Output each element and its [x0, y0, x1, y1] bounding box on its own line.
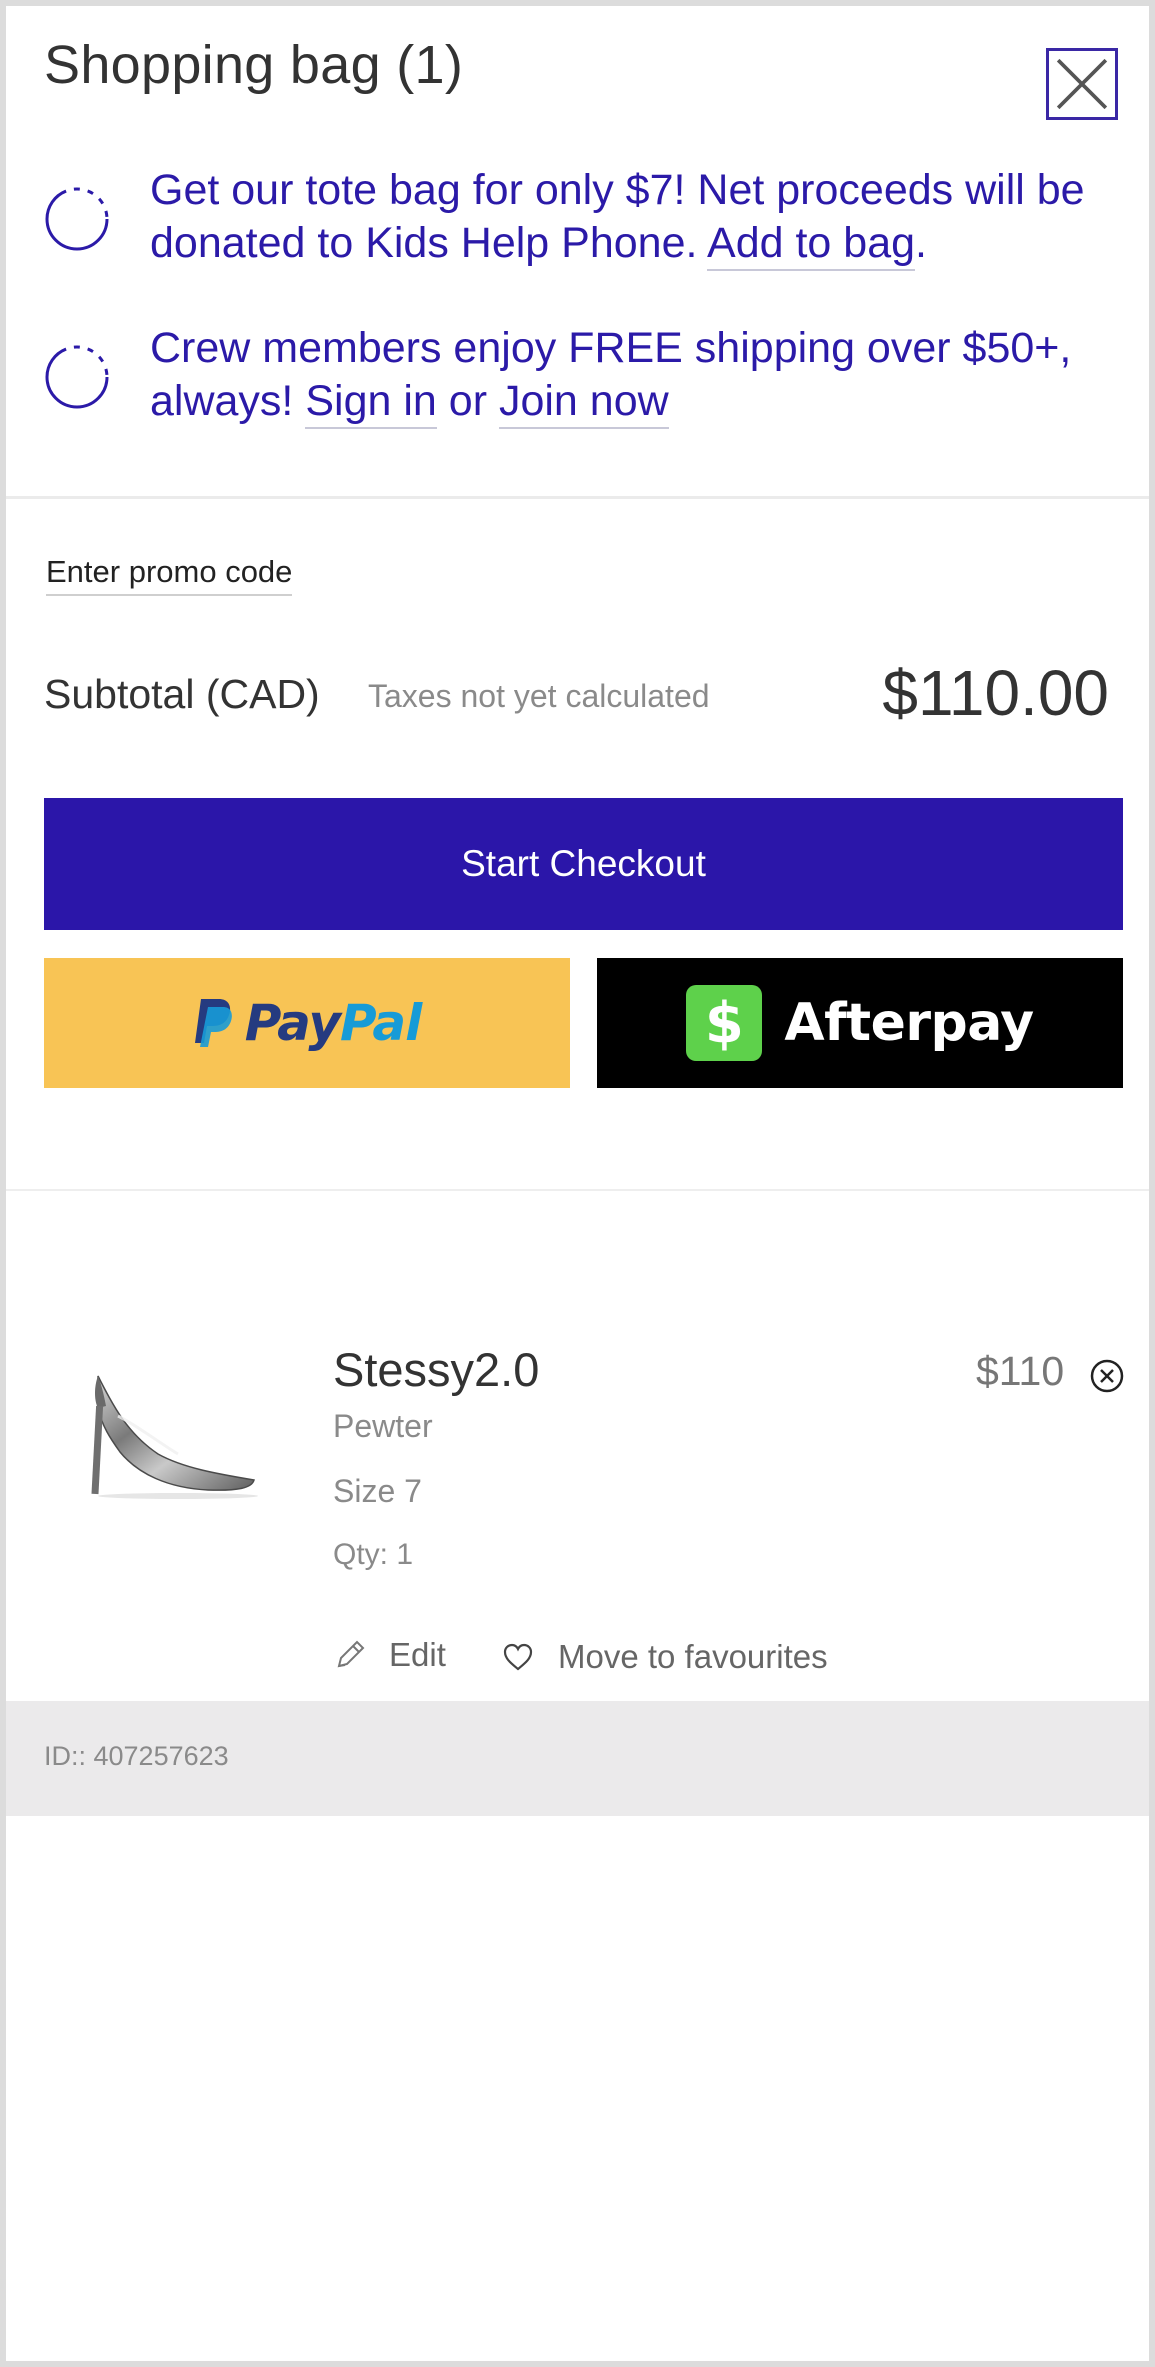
page-title: Shopping bag (1) [44, 35, 464, 95]
promo-code-link[interactable]: Enter promo code [46, 554, 293, 596]
edit-label: Edit [389, 1636, 446, 1673]
dashed-circle-icon [44, 344, 110, 410]
move-to-favourites-button[interactable]: Move to favourites [502, 1638, 828, 1676]
paypal-logo-icon [194, 999, 232, 1047]
product-color: Pewter [333, 1408, 433, 1444]
section-divider [6, 496, 1149, 499]
paypal-wordmark: PayPal [244, 994, 423, 1052]
section-divider [6, 1189, 1149, 1191]
order-id-bar: ID:: 407257623 [6, 1701, 1149, 1816]
subtotal-label: Subtotal (CAD) [44, 671, 320, 717]
remove-circle-icon [1090, 1359, 1124, 1393]
afterpay-wordmark: Afterpay [784, 993, 1034, 1053]
shopping-bag-panel: Shopping bag (1) Get our tote bag for on… [0, 0, 1155, 2367]
dashed-circle-icon [44, 186, 110, 252]
afterpay-dollar-symbol: $ [704, 990, 744, 1056]
product-image[interactable] [58, 1346, 268, 1506]
product-name[interactable]: Stessy2.0 [333, 1342, 539, 1397]
start-checkout-button[interactable]: Start Checkout [44, 798, 1123, 930]
tax-note: Taxes not yet calculated [368, 678, 710, 714]
product-quantity: Qty: 1 [333, 1538, 414, 1571]
promo-tote-text: Get our tote bag for only $7! Net procee… [150, 164, 1124, 271]
edit-item-button[interactable]: Edit [333, 1636, 446, 1674]
join-now-link[interactable]: Join now [498, 377, 669, 429]
promo-tote-message: Get our tote bag for only $7! Net procee… [150, 166, 1085, 267]
promo-tote-bag: Get our tote bag for only $7! Net procee… [44, 164, 1124, 271]
promo-shipping-text: Crew members enjoy FREE shipping over $5… [150, 322, 1124, 429]
remove-item-button[interactable] [1089, 1358, 1125, 1394]
subtotal-value: $110.00 [882, 657, 1109, 729]
order-id: ID:: 407257623 [44, 1741, 229, 1771]
high-heel-shoe-image [91, 1375, 258, 1499]
heart-icon [503, 1643, 533, 1671]
promo-free-shipping: Crew members enjoy FREE shipping over $5… [44, 322, 1124, 429]
product-price: $110 [976, 1348, 1065, 1394]
pencil-icon [337, 1640, 365, 1668]
add-to-bag-link[interactable]: Add to bag [707, 219, 916, 271]
promo-shipping-or: or [436, 377, 499, 425]
product-size: Size 7 [333, 1473, 422, 1509]
paypal-word-pay: Pay [244, 994, 341, 1052]
paypal-word-pal: Pal [339, 994, 422, 1052]
favourites-label: Move to favourites [558, 1638, 828, 1675]
afterpay-logo-icon: $ [686, 985, 763, 1061]
sign-in-link[interactable]: Sign in [305, 377, 437, 429]
close-icon [1056, 58, 1108, 110]
promo-tote-period: . [915, 219, 927, 267]
paypal-button[interactable]: PayPal [44, 958, 570, 1088]
afterpay-button[interactable]: $ Afterpay [597, 958, 1123, 1088]
close-button[interactable] [1046, 48, 1118, 120]
